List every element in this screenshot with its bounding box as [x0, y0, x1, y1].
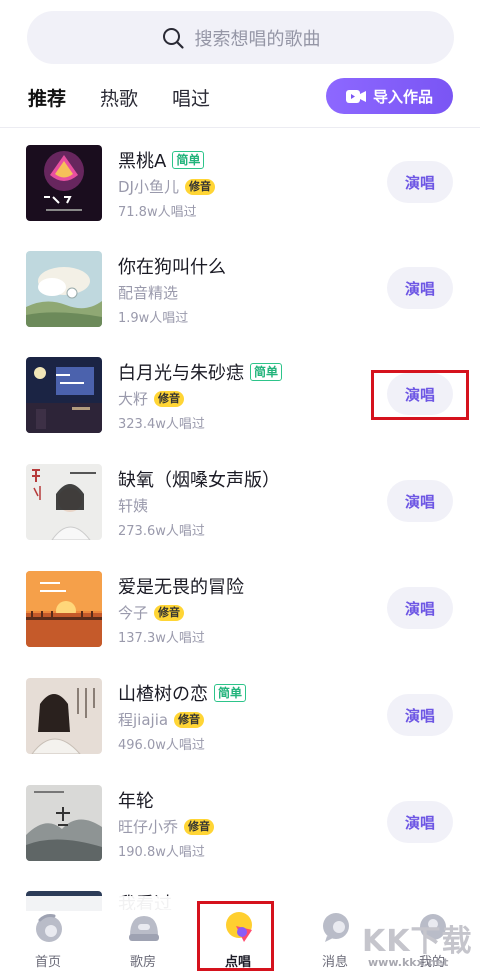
song-row[interactable]: 年轮 旺仔小乔 修音 190.8w人唱过 演唱	[0, 785, 480, 891]
song-row[interactable]: 山楂树の恋 简单 程jiajia 修音 496.0w人唱过 演唱	[0, 678, 480, 784]
song-title: 你在狗叫什么	[118, 257, 226, 278]
tab-bar: 推荐 热歌 唱过 导入作品	[0, 78, 480, 118]
sing-button[interactable]: 演唱	[387, 694, 453, 736]
highlight-box	[371, 370, 469, 420]
pitch-fix-tag: 修音	[154, 604, 185, 621]
song-artist: DJ小鱼儿	[118, 178, 179, 196]
sung-count: 1.9w人唱过	[118, 311, 189, 326]
song-artist: 程jiajia	[118, 711, 169, 729]
sing-button[interactable]: 演唱	[387, 480, 453, 522]
album-cover	[26, 678, 102, 754]
song-row[interactable]: 缺氧（烟嗓女声版） 轩姨 273.6w人唱过 演唱	[0, 464, 480, 570]
song-artist: 大籽	[118, 390, 149, 408]
search-icon	[162, 27, 184, 49]
sung-count: 137.3w人唱过	[118, 631, 205, 646]
album-cover	[26, 251, 102, 327]
song-title: 山楂树の恋	[118, 684, 208, 705]
sung-count: 71.8w人唱过	[118, 205, 197, 220]
divider	[0, 127, 480, 128]
album-cover	[26, 357, 102, 433]
song-room-icon	[129, 916, 159, 941]
sung-count: 323.4w人唱过	[118, 417, 205, 432]
tab-sung[interactable]: 唱过	[172, 84, 210, 111]
song-title: 白月光与朱砂痣	[118, 363, 244, 384]
pitch-fix-tag: 修音	[184, 818, 215, 835]
watermark-url: www.kkx.net	[368, 956, 449, 969]
nav-home[interactable]: 首页	[8, 896, 88, 973]
nav-label: 歌房	[129, 955, 156, 970]
sung-count: 496.0w人唱过	[118, 738, 205, 753]
search-bar[interactable]: 搜索想唱的歌曲	[27, 11, 454, 64]
song-row[interactable]: 黑桃A 简单 DJ小鱼儿 修音 71.8w人唱过 演唱	[0, 145, 480, 251]
song-artist: 旺仔小乔	[118, 818, 179, 836]
easy-tag: 简单	[214, 684, 247, 702]
home-icon	[36, 914, 62, 942]
watermark: KK下载 www.kkx.net	[362, 916, 480, 973]
song-artist: 配音精选	[118, 284, 179, 302]
watermark-logo: KK下载	[362, 924, 473, 959]
easy-tag: 简单	[172, 151, 205, 169]
song-title: 缺氧（烟嗓女声版）	[118, 470, 280, 491]
search-placeholder: 搜索想唱的歌曲	[194, 28, 321, 50]
sung-count: 190.8w人唱过	[118, 845, 205, 860]
nav-label: 首页	[34, 955, 61, 970]
song-title: 黑桃A	[118, 151, 167, 172]
import-works-button[interactable]: 导入作品	[326, 78, 453, 114]
album-cover	[26, 785, 102, 861]
sing-button[interactable]: 演唱	[387, 161, 453, 203]
import-works-label: 导入作品	[372, 87, 433, 106]
album-cover	[26, 571, 102, 647]
song-row[interactable]: 你在狗叫什么 配音精选 1.9w人唱过 演唱	[0, 251, 480, 357]
pitch-fix-tag: 修音	[184, 178, 215, 195]
song-artist: 今子	[118, 604, 149, 622]
tab-recommend[interactable]: 推荐	[28, 84, 66, 111]
sing-button[interactable]: 演唱	[387, 267, 453, 309]
song-title: 爱是无畏的冒险	[118, 577, 244, 598]
pitch-fix-tag: 修音	[154, 390, 185, 407]
sing-button[interactable]: 演唱	[387, 801, 453, 843]
easy-tag: 简单	[250, 363, 283, 381]
album-cover	[26, 464, 102, 540]
sung-count: 273.6w人唱过	[118, 524, 205, 539]
tab-hot-songs[interactable]: 热歌	[100, 84, 138, 111]
message-icon	[323, 913, 349, 942]
sing-button[interactable]: 演唱	[387, 587, 453, 629]
highlight-box	[197, 901, 274, 971]
song-title: 年轮	[118, 791, 154, 812]
album-cover	[26, 145, 102, 221]
nav-song-room[interactable]: 歌房	[103, 896, 183, 973]
pitch-fix-tag: 修音	[174, 711, 205, 728]
song-row[interactable]: 爱是无畏的冒险 今子 修音 137.3w人唱过 演唱	[0, 571, 480, 677]
video-camera-icon	[345, 89, 366, 103]
song-artist: 轩姨	[118, 497, 149, 515]
